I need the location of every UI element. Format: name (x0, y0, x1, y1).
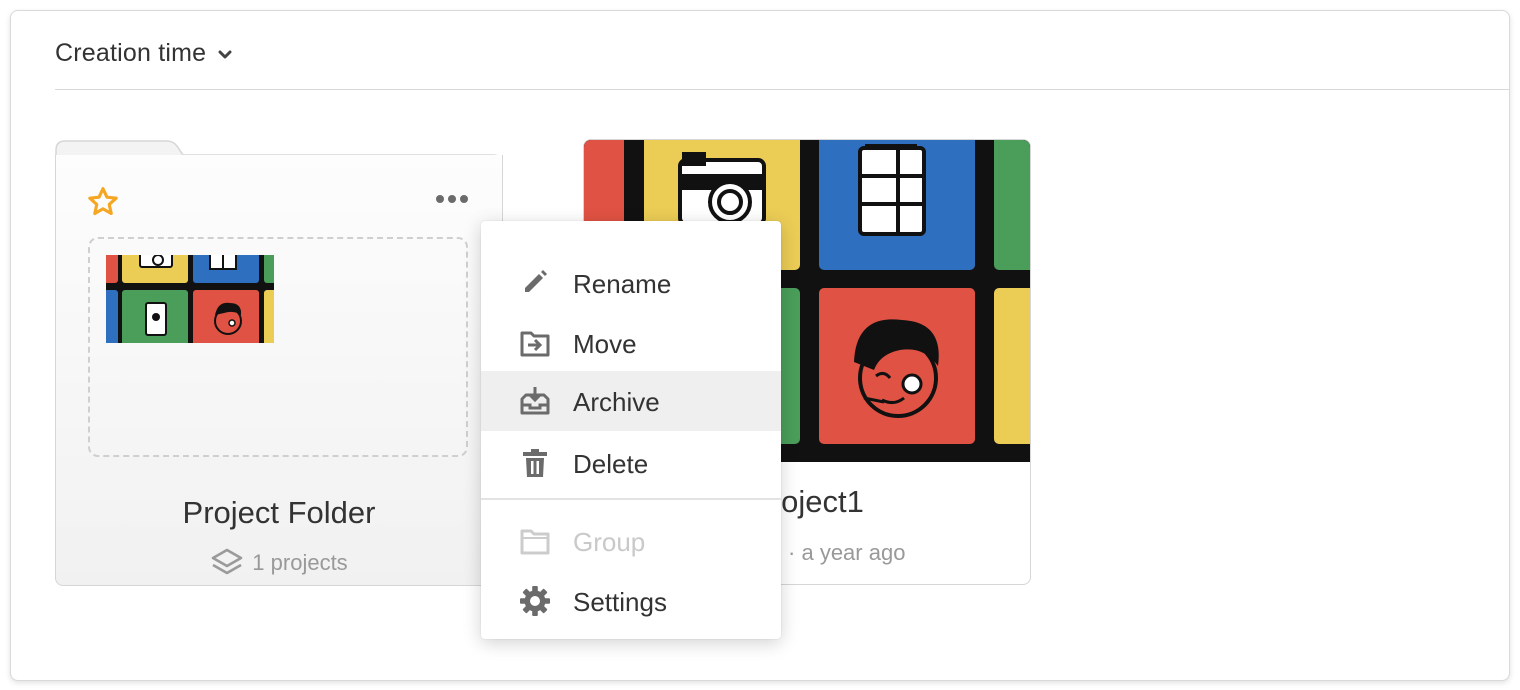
project-thumbnail-small (106, 255, 274, 343)
context-menu: Rename Move Archive Delete Group Setting… (481, 221, 781, 639)
folder-title[interactable]: Project Folder (56, 495, 502, 531)
folder-meta: 1 projects (56, 547, 502, 579)
layers-icon (211, 548, 243, 575)
menu-label-move: Move (573, 329, 637, 359)
header-divider (55, 89, 1509, 90)
chevron-down-icon (218, 50, 232, 59)
menu-item-group: Group (481, 511, 781, 571)
trash-icon (523, 449, 547, 477)
projects-window: Creation time Project Folder 1 projects … (10, 10, 1510, 681)
menu-divider (481, 498, 781, 500)
menu-item-archive[interactable]: Archive (481, 371, 781, 431)
star-icon[interactable] (86, 185, 120, 219)
menu-label-group: Group (573, 527, 646, 557)
archive-icon (520, 387, 550, 415)
menu-item-move[interactable]: Move (481, 313, 781, 373)
folder-move-icon (520, 331, 550, 357)
folder-project-count: 1 projects (252, 550, 348, 575)
menu-label-delete: Delete (573, 449, 649, 479)
sort-label: Creation time (55, 38, 207, 67)
menu-label-settings: Settings (573, 587, 667, 617)
pencil-icon (525, 270, 547, 292)
menu-item-settings[interactable]: Settings (481, 571, 781, 631)
menu-item-rename[interactable]: Rename (481, 253, 781, 313)
menu-label-archive: Archive (573, 387, 660, 417)
more-options-button[interactable] (436, 195, 468, 203)
menu-label-rename: Rename (573, 269, 672, 299)
gear-icon (520, 586, 550, 616)
menu-item-delete[interactable]: Delete (481, 433, 781, 493)
folder-card[interactable]: Project Folder 1 projects (55, 155, 503, 586)
folder-drop-zone (88, 237, 468, 457)
sort-dropdown[interactable]: Creation time (55, 35, 232, 71)
folder-icon (520, 529, 550, 555)
